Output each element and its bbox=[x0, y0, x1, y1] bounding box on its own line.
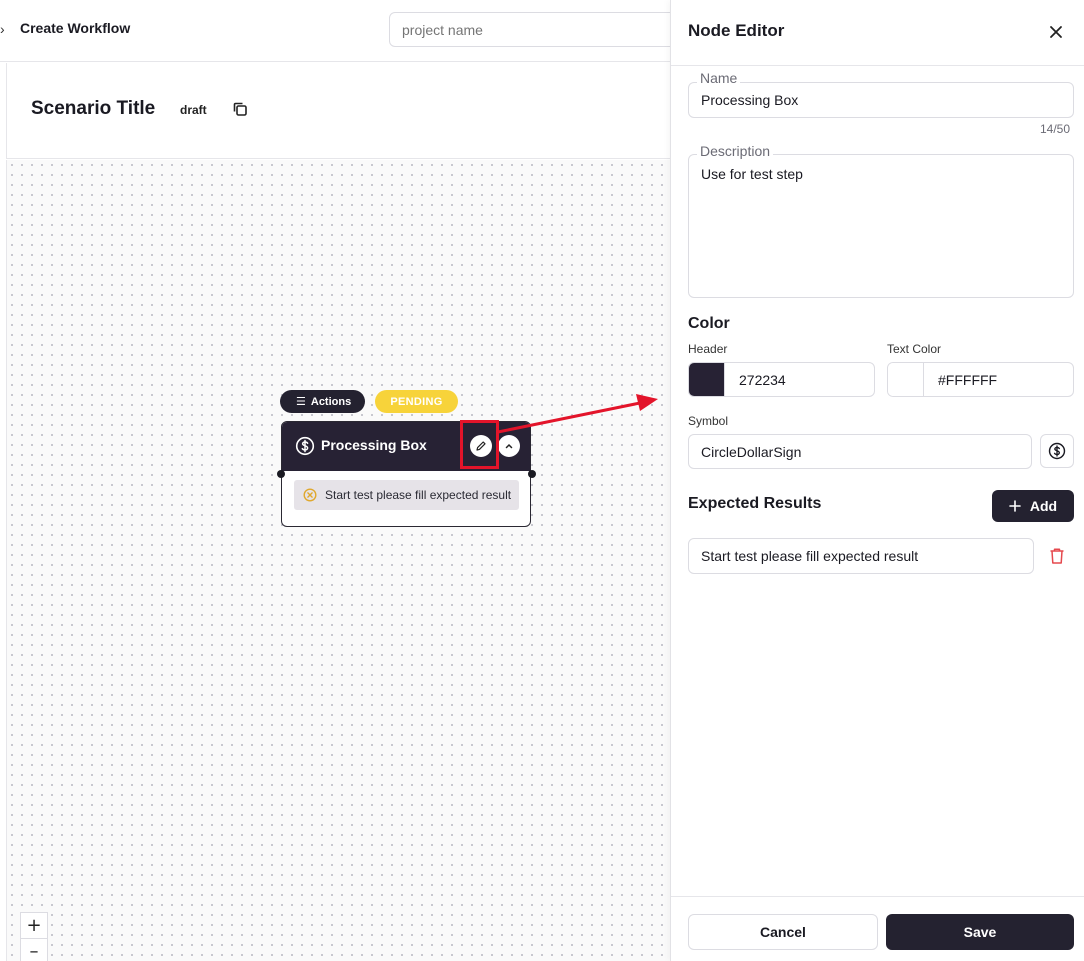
add-button-label: Add bbox=[1029, 498, 1058, 514]
cancel-button[interactable]: Cancel bbox=[688, 914, 878, 950]
zoom-in-button[interactable]: + bbox=[21, 913, 47, 938]
circle-dollar-sign-icon bbox=[295, 436, 315, 456]
color-section-title: Color bbox=[688, 315, 730, 332]
symbol-field[interactable]: CircleDollarSign bbox=[688, 434, 1032, 469]
panel-title: Node Editor bbox=[688, 21, 785, 40]
zoom-controls: + – bbox=[20, 912, 48, 961]
panel-header: Node Editor bbox=[671, 0, 1084, 66]
add-expected-result-button[interactable]: Add bbox=[992, 490, 1074, 522]
expected-result-value: Start test please fill expected result bbox=[701, 548, 919, 564]
name-field-value: Processing Box bbox=[701, 92, 799, 108]
text-color-label: Text Color bbox=[887, 342, 942, 356]
symbol-label: Symbol bbox=[688, 414, 729, 428]
chevron-up-icon[interactable] bbox=[498, 435, 520, 457]
workflow-canvas[interactable] bbox=[6, 160, 676, 961]
node-title: Processing Box bbox=[321, 437, 427, 453]
expected-results-title: Expected Results bbox=[688, 495, 822, 512]
symbol-picker-button[interactable] bbox=[1040, 434, 1074, 468]
close-icon[interactable] bbox=[1047, 23, 1065, 41]
scenario-header: Scenario Title draft bbox=[6, 63, 676, 159]
menu-icon: ☰ bbox=[296, 396, 306, 408]
actions-label: Actions bbox=[310, 395, 352, 408]
plus-icon bbox=[1009, 500, 1021, 512]
header-color-swatch[interactable] bbox=[689, 363, 725, 396]
scenario-title: Scenario Title bbox=[31, 98, 156, 119]
name-label: Name bbox=[697, 70, 741, 86]
node-expected-result: Start test please fill expected result bbox=[294, 480, 519, 510]
status-badge: draft bbox=[180, 103, 207, 117]
project-name-input[interactable] bbox=[389, 12, 689, 47]
header-color-label: Header bbox=[688, 342, 728, 356]
annotation-highlight-box bbox=[460, 420, 499, 469]
node-handle-right[interactable] bbox=[528, 470, 536, 478]
actions-button[interactable]: ☰ Actions bbox=[280, 390, 366, 413]
save-button[interactable]: Save bbox=[886, 914, 1074, 950]
trash-icon[interactable] bbox=[1049, 547, 1065, 565]
description-field-value: Use for test step bbox=[701, 166, 803, 182]
pending-status-badge: PENDING bbox=[375, 390, 458, 413]
node-editor-panel: Node Editor Processing Box Name 14/50 Us… bbox=[670, 0, 1084, 961]
symbol-field-value: CircleDollarSign bbox=[701, 443, 802, 460]
text-color-value: #FFFFFF bbox=[938, 371, 998, 388]
name-field[interactable]: Processing Box bbox=[688, 82, 1074, 118]
header-color-field[interactable]: 272234 bbox=[688, 362, 875, 397]
description-label: Description bbox=[697, 143, 774, 159]
node-handle-left[interactable] bbox=[277, 470, 285, 478]
name-counter: 14/50 bbox=[1040, 122, 1071, 136]
text-color-swatch[interactable] bbox=[888, 363, 924, 396]
panel-footer: Cancel Save bbox=[671, 896, 1084, 961]
node-expected-result-text: Start test please fill expected result bbox=[325, 488, 512, 502]
expected-result-input[interactable]: Start test please fill expected result bbox=[688, 538, 1034, 574]
circle-x-icon bbox=[303, 488, 317, 502]
breadcrumb[interactable]: Create Workflow bbox=[20, 20, 130, 36]
header-color-value: 272234 bbox=[739, 371, 786, 388]
description-field[interactable]: Use for test step bbox=[688, 154, 1074, 298]
text-color-field[interactable]: #FFFFFF bbox=[887, 362, 1074, 397]
chevron-right-icon[interactable]: › bbox=[0, 21, 5, 37]
circle-dollar-sign-icon bbox=[1048, 442, 1066, 460]
copy-icon[interactable] bbox=[231, 100, 249, 118]
zoom-out-button[interactable]: – bbox=[21, 938, 47, 961]
